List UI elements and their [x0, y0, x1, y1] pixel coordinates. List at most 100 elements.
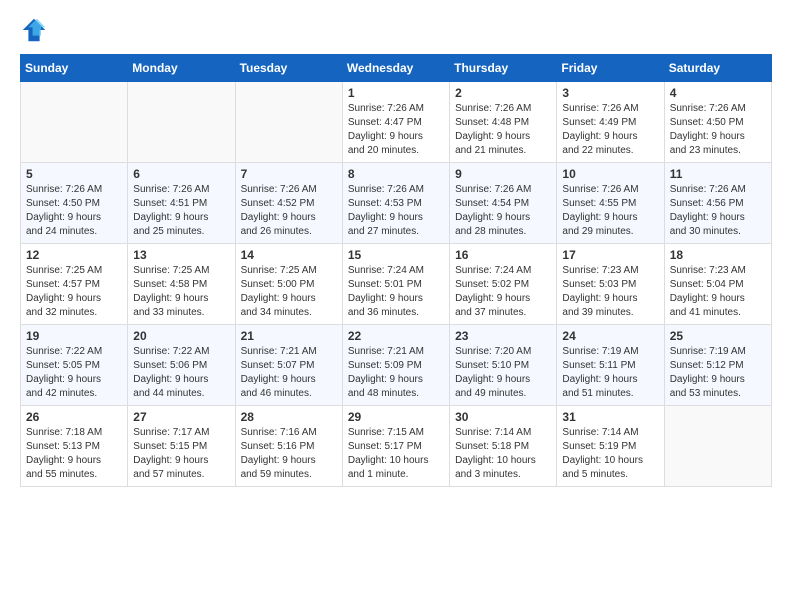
day-info: Sunrise: 7:15 AM Sunset: 5:17 PM Dayligh… — [348, 426, 444, 482]
day-number: 26 — [26, 410, 122, 424]
day-info: Sunrise: 7:22 AM Sunset: 5:06 PM Dayligh… — [133, 345, 229, 401]
calendar-cell: 13Sunrise: 7:25 AM Sunset: 4:58 PM Dayli… — [128, 244, 235, 325]
calendar-cell: 30Sunrise: 7:14 AM Sunset: 5:18 PM Dayli… — [450, 406, 557, 487]
day-number: 4 — [670, 86, 766, 100]
calendar-cell: 31 Sunrise: 7:14 AM Sunset: 5:19 PM Dayli… — [557, 406, 664, 487]
calendar-week-3: 12 Sunrise: 7:25 AM Sunset: 4:57 PM Dayli… — [21, 244, 772, 325]
weekday-header-tuesday: Tuesday — [235, 55, 342, 82]
day-info: Sunrise: 7:24 AM Sunset: 5:01 PM Dayligh… — [348, 264, 444, 320]
day-info: Sunrise: 7:14 AM Sunset: 5:19 PM Dayligh… — [562, 426, 658, 482]
calendar-table: SundayMondayTuesdayWednesdayThursdayFrid… — [20, 54, 772, 487]
logo-icon — [20, 16, 48, 44]
logo — [20, 16, 52, 44]
day-number: 24 — [562, 329, 658, 343]
calendar-cell: 3 Sunrise: 7:26 AM Sunset: 4:49 PM Daylig… — [557, 82, 664, 163]
calendar-cell: 4Sunrise: 7:26 AM Sunset: 4:50 PM Daylig… — [664, 82, 771, 163]
calendar-cell: 24 Sunrise: 7:19 AM Sunset: 5:11 PM Dayli… — [557, 325, 664, 406]
calendar-cell: 5 Sunrise: 7:26 AM Sunset: 4:50 PM Daylig… — [21, 163, 128, 244]
calendar-cell: 8 Sunrise: 7:26 AM Sunset: 4:53 PM Daylig… — [342, 163, 449, 244]
calendar-week-2: 5 Sunrise: 7:26 AM Sunset: 4:50 PM Daylig… — [21, 163, 772, 244]
day-number: 20 — [133, 329, 229, 343]
weekday-header-monday: Monday — [128, 55, 235, 82]
calendar-cell: 2 Sunrise: 7:26 AM Sunset: 4:48 PM Daylig… — [450, 82, 557, 163]
calendar-cell: 22 Sunrise: 7:21 AM Sunset: 5:09 PM Dayli… — [342, 325, 449, 406]
page: SundayMondayTuesdayWednesdayThursdayFrid… — [0, 0, 792, 612]
day-number: 23 — [455, 329, 551, 343]
day-info: Sunrise: 7:26 AM Sunset: 4:51 PM Dayligh… — [133, 183, 229, 239]
day-info: Sunrise: 7:26 AM Sunset: 4:56 PM Dayligh… — [670, 183, 766, 239]
day-info: Sunrise: 7:26 AM Sunset: 4:49 PM Dayligh… — [562, 102, 658, 158]
calendar-cell: 29 Sunrise: 7:15 AM Sunset: 5:17 PM Dayli… — [342, 406, 449, 487]
day-number: 11 — [670, 167, 766, 181]
day-number: 21 — [241, 329, 337, 343]
day-number: 3 — [562, 86, 658, 100]
day-number: 9 — [455, 167, 551, 181]
day-number: 12 — [26, 248, 122, 262]
day-number: 8 — [348, 167, 444, 181]
day-info: Sunrise: 7:25 AM Sunset: 4:57 PM Dayligh… — [26, 264, 122, 320]
day-info: Sunrise: 7:26 AM Sunset: 4:50 PM Dayligh… — [26, 183, 122, 239]
calendar-cell: 16 Sunrise: 7:24 AM Sunset: 5:02 PM Dayli… — [450, 244, 557, 325]
day-info: Sunrise: 7:16 AM Sunset: 5:16 PM Dayligh… — [241, 426, 337, 482]
calendar-cell: 11 Sunrise: 7:26 AM Sunset: 4:56 PM Dayli… — [664, 163, 771, 244]
day-info: Sunrise: 7:24 AM Sunset: 5:02 PM Dayligh… — [455, 264, 551, 320]
day-number: 2 — [455, 86, 551, 100]
day-info: Sunrise: 7:26 AM Sunset: 4:53 PM Dayligh… — [348, 183, 444, 239]
day-number: 10 — [562, 167, 658, 181]
day-number: 13 — [133, 248, 229, 262]
calendar-cell: 25 Sunrise: 7:19 AM Sunset: 5:12 PM Dayli… — [664, 325, 771, 406]
day-number: 31 — [562, 410, 658, 424]
day-info: Sunrise: 7:25 AM Sunset: 5:00 PM Dayligh… — [241, 264, 337, 320]
calendar-cell — [21, 82, 128, 163]
day-info: Sunrise: 7:19 AM Sunset: 5:12 PM Dayligh… — [670, 345, 766, 401]
day-info: Sunrise: 7:22 AM Sunset: 5:05 PM Dayligh… — [26, 345, 122, 401]
day-number: 15 — [348, 248, 444, 262]
day-info: Sunrise: 7:26 AM Sunset: 4:48 PM Dayligh… — [455, 102, 551, 158]
calendar-cell: 15 Sunrise: 7:24 AM Sunset: 5:01 PM Dayli… — [342, 244, 449, 325]
calendar-header: SundayMondayTuesdayWednesdayThursdayFrid… — [21, 55, 772, 82]
day-number: 25 — [670, 329, 766, 343]
day-info: Sunrise: 7:21 AM Sunset: 5:07 PM Dayligh… — [241, 345, 337, 401]
calendar-cell: 23 Sunrise: 7:20 AM Sunset: 5:10 PM Dayli… — [450, 325, 557, 406]
day-info: Sunrise: 7:23 AM Sunset: 5:03 PM Dayligh… — [562, 264, 658, 320]
calendar-cell: 17Sunrise: 7:23 AM Sunset: 5:03 PM Dayli… — [557, 244, 664, 325]
calendar-cell: 14Sunrise: 7:25 AM Sunset: 5:00 PM Dayli… — [235, 244, 342, 325]
day-info: Sunrise: 7:21 AM Sunset: 5:09 PM Dayligh… — [348, 345, 444, 401]
calendar-cell: 10 Sunrise: 7:26 AM Sunset: 4:55 PM Dayli… — [557, 163, 664, 244]
weekday-header-wednesday: Wednesday — [342, 55, 449, 82]
day-info: Sunrise: 7:26 AM Sunset: 4:55 PM Dayligh… — [562, 183, 658, 239]
calendar-cell: 12 Sunrise: 7:25 AM Sunset: 4:57 PM Dayli… — [21, 244, 128, 325]
calendar-week-1: 1Sunrise: 7:26 AM Sunset: 4:47 PM Daylig… — [21, 82, 772, 163]
calendar-cell: 20 Sunrise: 7:22 AM Sunset: 5:06 PM Dayli… — [128, 325, 235, 406]
day-number: 5 — [26, 167, 122, 181]
calendar-week-4: 19 Sunrise: 7:22 AM Sunset: 5:05 PM Dayli… — [21, 325, 772, 406]
day-number: 27 — [133, 410, 229, 424]
day-number: 16 — [455, 248, 551, 262]
calendar-cell: 21 Sunrise: 7:21 AM Sunset: 5:07 PM Dayli… — [235, 325, 342, 406]
day-info: Sunrise: 7:26 AM Sunset: 4:52 PM Dayligh… — [241, 183, 337, 239]
day-info: Sunrise: 7:17 AM Sunset: 5:15 PM Dayligh… — [133, 426, 229, 482]
calendar-cell — [128, 82, 235, 163]
day-info: Sunrise: 7:26 AM Sunset: 4:54 PM Dayligh… — [455, 183, 551, 239]
day-number: 22 — [348, 329, 444, 343]
weekday-header-thursday: Thursday — [450, 55, 557, 82]
day-number: 19 — [26, 329, 122, 343]
weekday-header-friday: Friday — [557, 55, 664, 82]
day-info: Sunrise: 7:20 AM Sunset: 5:10 PM Dayligh… — [455, 345, 551, 401]
day-info: Sunrise: 7:18 AM Sunset: 5:13 PM Dayligh… — [26, 426, 122, 482]
day-info: Sunrise: 7:26 AM Sunset: 4:47 PM Dayligh… — [348, 102, 444, 158]
calendar-cell: 7 Sunrise: 7:26 AM Sunset: 4:52 PM Daylig… — [235, 163, 342, 244]
calendar-cell: 27 Sunrise: 7:17 AM Sunset: 5:15 PM Dayli… — [128, 406, 235, 487]
calendar-cell — [664, 406, 771, 487]
day-number: 7 — [241, 167, 337, 181]
calendar-cell: 28 Sunrise: 7:16 AM Sunset: 5:16 PM Dayli… — [235, 406, 342, 487]
calendar-body: 1Sunrise: 7:26 AM Sunset: 4:47 PM Daylig… — [21, 82, 772, 487]
day-number: 29 — [348, 410, 444, 424]
day-info: Sunrise: 7:19 AM Sunset: 5:11 PM Dayligh… — [562, 345, 658, 401]
day-number: 6 — [133, 167, 229, 181]
day-info: Sunrise: 7:14 AM Sunset: 5:18 PM Dayligh… — [455, 426, 551, 482]
day-number: 28 — [241, 410, 337, 424]
day-number: 18 — [670, 248, 766, 262]
calendar-cell: 9 Sunrise: 7:26 AM Sunset: 4:54 PM Daylig… — [450, 163, 557, 244]
header — [20, 16, 772, 44]
